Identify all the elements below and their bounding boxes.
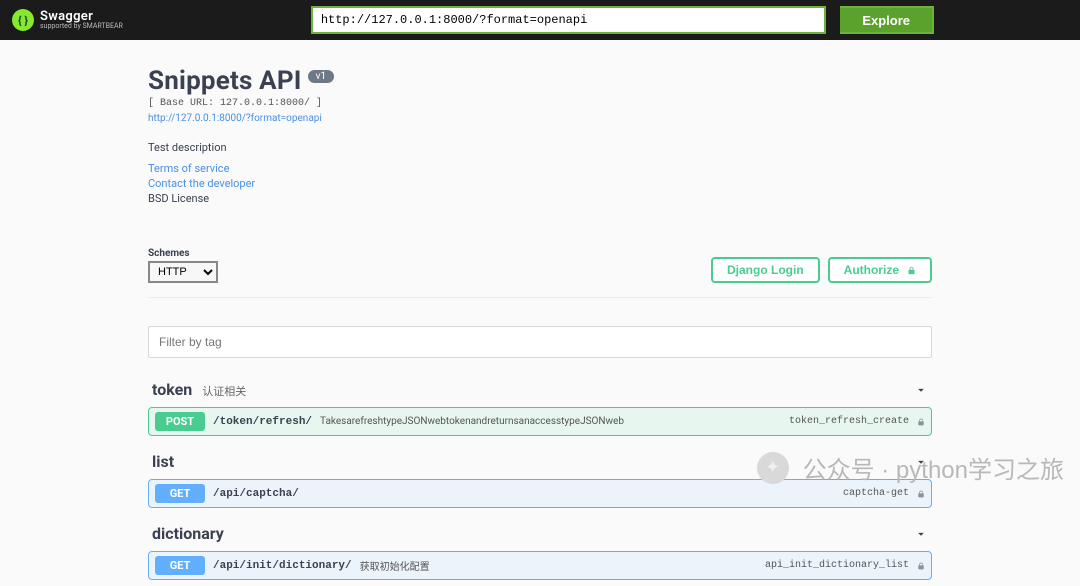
- api-info: Snippets API v1 [ Base URL: 127.0.0.1:80…: [148, 40, 932, 219]
- operation-summary: TakesarefreshtypeJSONwebtokenandreturnsa…: [320, 416, 624, 427]
- operation-id: captcha-get: [843, 488, 909, 499]
- api-version-badge: v1: [308, 70, 334, 83]
- scheme-row: Schemes HTTP Django Login Authorize: [148, 244, 932, 298]
- contact-link[interactable]: Contact the developer: [148, 177, 932, 190]
- spec-url-link[interactable]: http://127.0.0.1:8000/?format=openapi: [148, 113, 322, 124]
- chevron-down-icon: [914, 383, 928, 397]
- operation-init-dictionary[interactable]: GET /api/init/dictionary/ 获取初始化配置 api_in…: [148, 551, 932, 580]
- method-badge: GET: [155, 556, 205, 575]
- tag-header-token[interactable]: token 认证相关: [148, 370, 932, 407]
- tag-name: list: [152, 452, 174, 471]
- terms-link[interactable]: Terms of service: [148, 162, 932, 175]
- lock-icon: [917, 561, 925, 571]
- base-url: [ Base URL: 127.0.0.1:8000/ ]: [148, 98, 932, 109]
- schemes-select[interactable]: HTTP: [148, 261, 218, 283]
- operation-token-refresh[interactable]: POST /token/refresh/ TakesarefreshtypeJS…: [148, 407, 932, 436]
- tag-name: token: [152, 380, 192, 399]
- operation-id: api_init_dictionary_list: [765, 560, 909, 571]
- explore-button[interactable]: Explore: [840, 6, 934, 34]
- method-badge: GET: [155, 484, 205, 503]
- chevron-down-icon: [914, 455, 928, 469]
- spec-url-input[interactable]: [311, 6, 826, 34]
- topbar: { } Swagger supported by SMARTBEAR Explo…: [0, 0, 1080, 40]
- swagger-logo-icon: { }: [12, 9, 34, 31]
- method-badge: POST: [155, 412, 205, 431]
- chevron-down-icon: [914, 527, 928, 541]
- tag-name: dictionary: [152, 524, 224, 543]
- lock-icon: [917, 417, 925, 427]
- tag-header-dictionary[interactable]: dictionary: [148, 514, 932, 551]
- swagger-logo: { } Swagger supported by SMARTBEAR: [12, 9, 123, 31]
- lock-icon: [917, 489, 925, 499]
- lock-icon: [907, 265, 916, 276]
- tag-desc: 认证相关: [202, 383, 246, 399]
- tag-header-list[interactable]: list: [148, 442, 932, 479]
- authorize-label: Authorize: [844, 263, 899, 277]
- license-label: BSD License: [148, 192, 932, 205]
- operation-summary: 获取初始化配置: [360, 558, 430, 573]
- operation-captcha[interactable]: GET /api/captcha/ captcha-get: [148, 479, 932, 508]
- operation-path: /api/captcha/: [213, 488, 299, 500]
- api-description: Test description: [148, 141, 932, 154]
- api-title: Snippets API: [148, 66, 302, 96]
- operation-path: /api/init/dictionary/: [213, 560, 352, 572]
- filter-input[interactable]: [148, 326, 932, 358]
- operation-id: token_refresh_create: [789, 416, 909, 427]
- schemes-label: Schemes: [148, 248, 218, 259]
- brand-subtitle: supported by SMARTBEAR: [40, 23, 123, 30]
- django-login-label: Django Login: [727, 263, 804, 277]
- django-login-button[interactable]: Django Login: [711, 257, 820, 283]
- authorize-button[interactable]: Authorize: [828, 257, 932, 283]
- operation-path: /token/refresh/: [213, 416, 312, 428]
